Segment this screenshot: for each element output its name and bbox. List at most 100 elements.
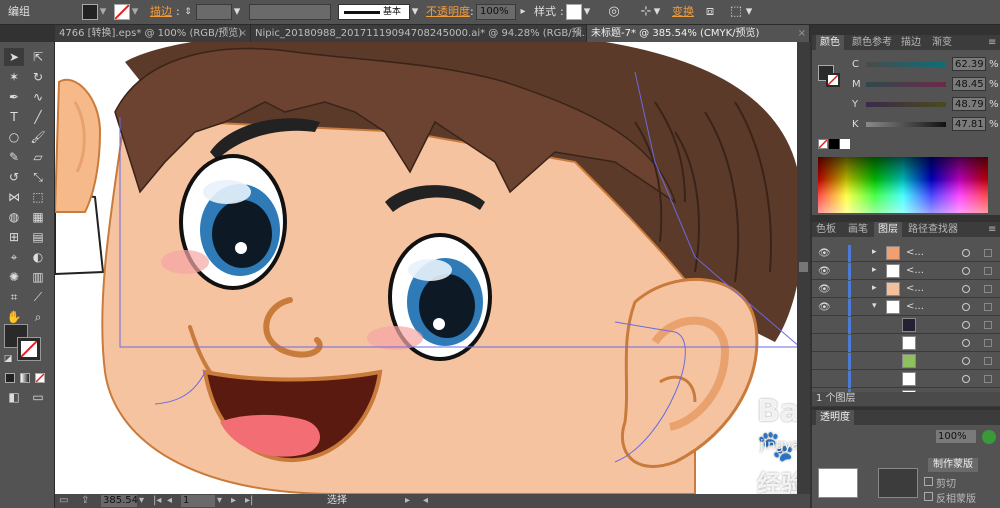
invert-mask-checkbox[interactable] xyxy=(924,492,933,501)
transform-icon[interactable]: ⧈ xyxy=(702,4,718,20)
layer-row[interactable] xyxy=(812,317,1000,334)
artboard-canvas[interactable]: Bai🐾经验 jingyan.baidu.com xyxy=(55,42,810,494)
y-field[interactable]: 48.79 xyxy=(952,97,986,111)
fill-swatch[interactable] xyxy=(82,4,98,20)
expand-icon[interactable]: ▸ xyxy=(872,283,877,293)
layer-row[interactable]: 👁 ▸ <... xyxy=(812,281,1000,298)
isolate-icon[interactable]: ⬚ xyxy=(728,4,744,20)
eye-icon[interactable]: 👁 xyxy=(818,284,831,295)
free-transform-icon[interactable]: ⬚ xyxy=(28,188,48,206)
tab-stroke[interactable]: 描边 xyxy=(901,35,921,50)
chevron-down-icon[interactable]: ▾ xyxy=(98,4,108,20)
target-icon[interactable] xyxy=(962,357,970,365)
target-icon[interactable] xyxy=(962,339,970,347)
layer-row[interactable] xyxy=(812,353,1000,370)
c-slider[interactable] xyxy=(866,62,946,67)
artboard-nav-icon[interactable]: ▭ xyxy=(59,494,73,508)
stepper-icon[interactable]: ⇕ xyxy=(183,4,193,20)
brush-select[interactable]: 基本 xyxy=(338,4,410,20)
type-tool-icon[interactable]: T xyxy=(4,108,24,126)
tab-color-guide[interactable]: 颜色参考 xyxy=(852,35,892,50)
chat-bubble-icon[interactable] xyxy=(982,430,996,444)
eraser-icon[interactable]: ▱ xyxy=(28,148,48,166)
chevron-down-icon[interactable]: ▾ xyxy=(130,4,140,20)
k-field[interactable]: 47.81 xyxy=(952,117,986,131)
screen-mode-icon[interactable]: ▭ xyxy=(28,388,48,406)
make-mask-button[interactable]: 制作蒙版 xyxy=(928,458,978,472)
width-tool-icon[interactable]: ⋈ xyxy=(4,188,24,206)
scroll-thumb[interactable] xyxy=(799,262,808,272)
chevron-down-icon[interactable]: ▾ xyxy=(652,4,662,20)
target-icon[interactable] xyxy=(962,321,970,329)
page-field[interactable]: 1 xyxy=(181,495,215,507)
close-icon[interactable]: × xyxy=(575,25,583,42)
chevron-down-icon[interactable]: ▾ xyxy=(582,4,592,20)
scale-icon[interactable]: ⤡ xyxy=(28,168,48,186)
m-slider[interactable] xyxy=(866,82,946,87)
y-slider[interactable] xyxy=(866,102,946,107)
layer-row[interactable]: 👁 ▸ <... xyxy=(812,263,1000,280)
slice-tool-icon[interactable]: ⟋ xyxy=(28,288,48,306)
color-spectrum[interactable] xyxy=(818,157,988,213)
zoom-tool-icon[interactable]: ⌕ xyxy=(28,308,48,326)
opacity-label[interactable]: 不透明度 xyxy=(426,4,470,20)
k-slider[interactable] xyxy=(866,122,946,127)
next-page-icon[interactable]: ▸ xyxy=(231,494,236,508)
eyedropper-icon[interactable]: ⌖ xyxy=(4,248,24,266)
expand-icon[interactable]: ▸ xyxy=(872,247,877,257)
mesh-tool-icon[interactable]: ⊞ xyxy=(4,228,24,246)
none-swatch[interactable] xyxy=(818,139,828,149)
chevron-down-icon[interactable]: ▾ xyxy=(410,4,420,20)
selection-tool-icon[interactable]: ➤ xyxy=(4,48,24,66)
prev-page-icon[interactable]: ◂ xyxy=(167,494,172,508)
curvature-tool-icon[interactable]: ∿ xyxy=(28,88,48,106)
layer-row[interactable]: 👁 ▾ <... xyxy=(812,299,1000,316)
gradient-tool-icon[interactable]: ▤ xyxy=(28,228,48,246)
chevron-down-icon[interactable]: ▾ xyxy=(744,4,754,20)
stroke-swatch[interactable] xyxy=(114,4,130,20)
artboard-tool-icon[interactable]: ⌗ xyxy=(4,288,24,306)
layer-row[interactable] xyxy=(812,335,1000,352)
symbol-sprayer-icon[interactable]: ✺ xyxy=(4,268,24,286)
stroke-label[interactable]: 描边 xyxy=(150,4,172,20)
pen-tool-icon[interactable]: ✒ xyxy=(4,88,24,106)
tab-doc-3[interactable]: 未标题-7* @ 385.54% (CMYK/预览) × xyxy=(587,25,810,42)
chevron-down-icon[interactable]: ▾ xyxy=(217,494,222,508)
tab-doc-2[interactable]: Nipic_20180988_20171119094708245000.ai* … xyxy=(251,25,587,42)
tab-swatches[interactable]: 色板 xyxy=(816,222,836,237)
export-icon[interactable]: ⇪ xyxy=(81,494,95,508)
target-icon[interactable] xyxy=(962,303,970,311)
direct-selection-tool-icon[interactable]: ⇱ xyxy=(28,48,48,66)
default-colors-icon[interactable]: ◪ xyxy=(2,350,14,368)
first-page-icon[interactable]: |◂ xyxy=(153,494,161,508)
blend-tool-icon[interactable]: ◐ xyxy=(28,248,48,266)
rotate-icon[interactable]: ↺ xyxy=(4,168,24,186)
white-swatch[interactable] xyxy=(840,139,850,149)
close-icon[interactable]: × xyxy=(798,25,806,42)
tab-pathfinder[interactable]: 路径查找器 xyxy=(908,222,958,237)
transform-label[interactable]: 变换 xyxy=(672,4,694,20)
stroke-weight-field[interactable] xyxy=(196,4,232,20)
scroll-left-icon[interactable]: ◂ xyxy=(423,494,437,508)
chevron-right-icon[interactable]: ▸ xyxy=(405,494,410,508)
pencil-icon[interactable]: ✎ xyxy=(4,148,24,166)
chevron-right-icon[interactable]: ▸ xyxy=(516,4,530,20)
graph-tool-icon[interactable]: ▥ xyxy=(28,268,48,286)
graphic-style-swatch[interactable] xyxy=(566,4,582,20)
line-tool-icon[interactable]: ╱ xyxy=(28,108,48,126)
target-icon[interactable] xyxy=(962,375,970,383)
target-icon[interactable] xyxy=(962,285,970,293)
clip-checkbox[interactable] xyxy=(924,477,933,486)
tab-doc-1[interactable]: 4766 [转换].eps* @ 100% (RGB/预览) × xyxy=(55,25,251,42)
ellipse-tool-icon[interactable]: ○ xyxy=(4,128,24,146)
m-field[interactable]: 48.45 xyxy=(952,77,986,91)
expand-icon[interactable]: ▸ xyxy=(872,265,877,275)
paintbrush-icon[interactable]: 🖌 xyxy=(28,128,48,146)
panel-menu-icon[interactable]: ≡ xyxy=(988,35,996,50)
collapse-icon[interactable]: ▾ xyxy=(872,301,877,311)
tab-layers[interactable]: 图层 xyxy=(874,222,902,237)
target-icon[interactable] xyxy=(962,267,970,275)
close-icon[interactable]: × xyxy=(239,25,247,42)
none-mode-icon[interactable] xyxy=(35,373,45,383)
tab-brushes[interactable]: 画笔 xyxy=(848,222,868,237)
